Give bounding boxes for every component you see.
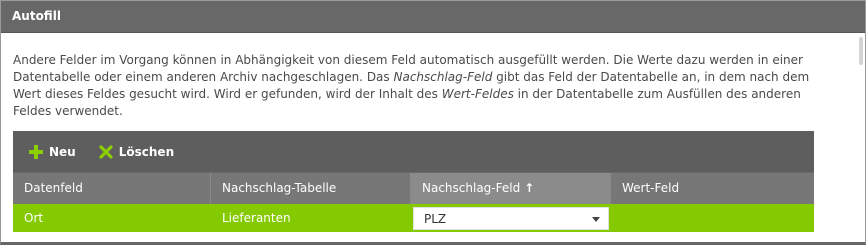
description-text: Andere Felder im Vorgang können in Abhän… — [13, 53, 810, 118]
panel-title: Autofill — [1, 1, 865, 33]
autofill-grid: Neu Löschen Datenfeld Nachschlag-Tabelle… — [13, 131, 814, 232]
table-header-row: Datenfeld Nachschlag-Tabelle Nachschlag-… — [13, 172, 814, 204]
column-header-nachschlag-feld[interactable]: Nachschlag-Feld ↑ — [411, 173, 611, 204]
column-header-wert-feld[interactable]: Wert-Feld — [611, 173, 814, 204]
chevron-down-icon[interactable] — [592, 217, 600, 222]
cell-nachschlag-tabelle[interactable]: Lieferanten — [211, 204, 411, 232]
table-row[interactable]: Ort Lieferanten PLZ — [13, 204, 814, 232]
column-header-nachschlag-tabelle[interactable]: Nachschlag-Tabelle — [211, 173, 411, 204]
new-button-label: Neu — [49, 144, 76, 159]
nachschlag-feld-emphasis: Nachschlag-Feld — [393, 70, 493, 84]
plus-icon — [28, 144, 44, 160]
cell-wert-feld[interactable] — [611, 204, 814, 232]
nachschlag-feld-select-value: PLZ — [424, 212, 447, 226]
grid-toolbar: Neu Löschen — [13, 131, 814, 172]
cell-nachschlag-feld[interactable]: PLZ — [411, 204, 611, 232]
wert-feld-emphasis: Wert-Feldes — [441, 87, 514, 101]
scrollbar-thumb[interactable] — [859, 37, 863, 65]
column-header-nachschlag-feld-label: Nachschlag-Feld — [422, 181, 521, 195]
cell-datenfeld[interactable]: Ort — [13, 204, 211, 232]
delete-button[interactable]: Löschen — [98, 144, 174, 160]
sort-ascending-icon: ↑ — [524, 181, 535, 195]
delete-button-label: Löschen — [118, 144, 175, 159]
nachschlag-feld-select[interactable]: PLZ — [413, 207, 609, 230]
new-button[interactable]: Neu — [28, 144, 76, 160]
x-icon — [98, 144, 114, 160]
column-header-datenfeld[interactable]: Datenfeld — [13, 173, 211, 204]
